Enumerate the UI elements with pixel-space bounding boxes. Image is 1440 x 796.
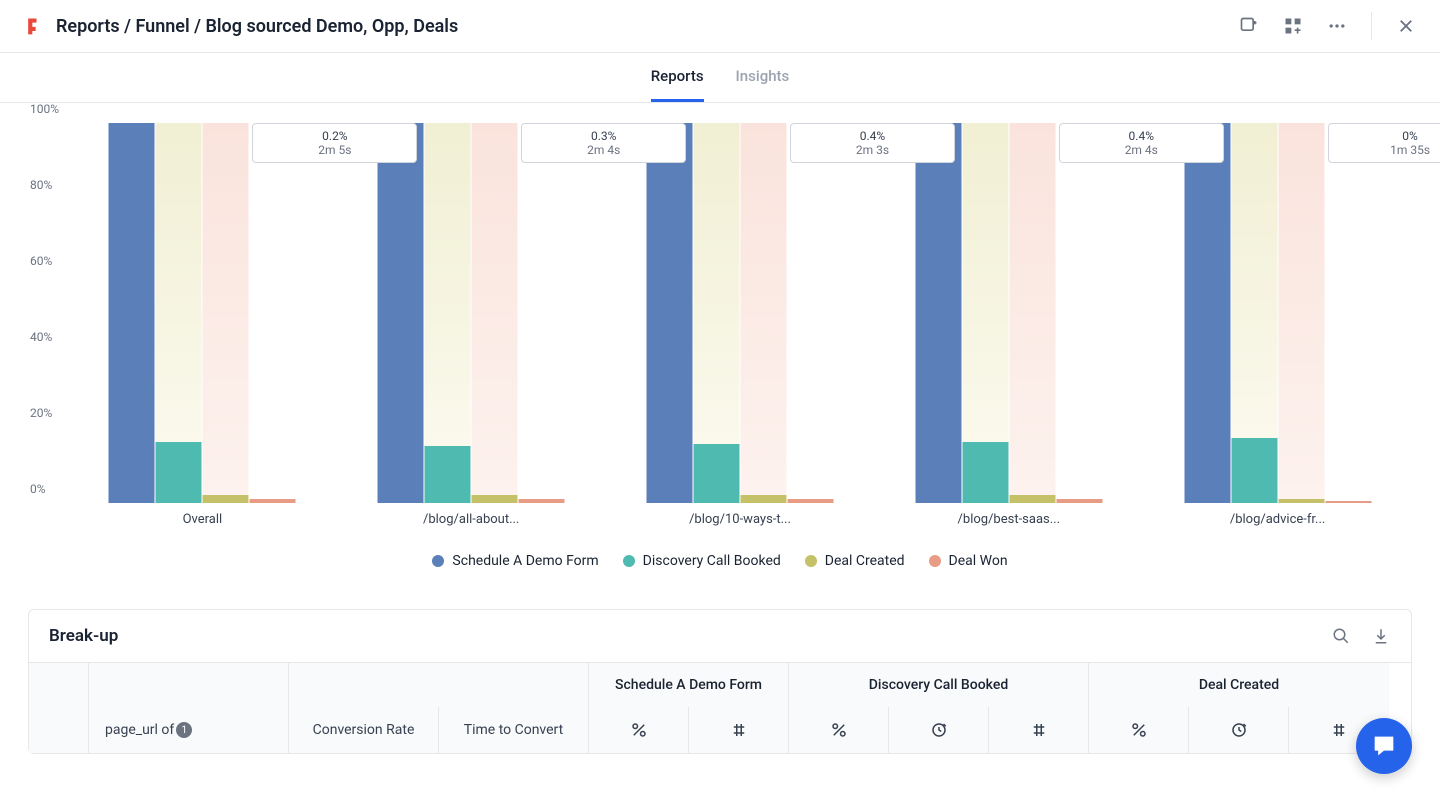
bar[interactable] [472, 123, 518, 503]
sub-pct-icon [589, 707, 689, 753]
ytick: 0% [30, 482, 46, 496]
sub-count-icon [989, 707, 1089, 753]
col-blank [29, 663, 89, 707]
legend-swatch [623, 555, 635, 567]
bar[interactable] [915, 123, 961, 503]
legend-item[interactable]: Deal Won [929, 553, 1008, 569]
chart-annotation: 0.4%2m 4s [1059, 123, 1224, 163]
xlabel: Overall [183, 512, 223, 527]
table-header-row: Schedule A Demo Form Discovery Call Book… [29, 663, 1411, 707]
chart-annotation: 0.3%2m 4s [521, 123, 686, 163]
bar[interactable] [646, 123, 692, 503]
sub-clock-icon [889, 707, 989, 753]
legend-item[interactable]: Deal Created [805, 553, 905, 569]
breakup-title: Break-up [49, 626, 1331, 646]
tab-reports[interactable]: Reports [651, 53, 704, 102]
bar[interactable] [109, 123, 155, 503]
breakup-panel: Break-up Schedule A Demo Form Discovery … [28, 609, 1412, 754]
dashboard-icon[interactable] [1283, 16, 1303, 36]
sub-clock-icon [1189, 707, 1289, 753]
legend-item[interactable]: Schedule A Demo Form [432, 553, 598, 569]
col-step-1: Discovery Call Booked [789, 663, 1089, 707]
legend-swatch [805, 555, 817, 567]
header: Reports / Funnel / Blog sourced Demo, Op… [0, 0, 1440, 53]
search-icon[interactable] [1331, 626, 1351, 646]
sub-pct-icon [1089, 707, 1189, 753]
legend-item[interactable]: Discovery Call Booked [623, 553, 781, 569]
chart-legend: Schedule A Demo Form Discovery Call Booke… [0, 533, 1440, 599]
bar[interactable] [1278, 123, 1324, 503]
ytick: 80% [30, 178, 52, 192]
add-panel-icon[interactable] [1239, 16, 1259, 36]
bar[interactable] [1184, 123, 1230, 503]
bar[interactable] [1009, 123, 1055, 503]
chart-group: 0.4%2m 3s/blog/10-ways-t... [615, 123, 865, 523]
ytick: 100% [30, 102, 59, 116]
pageurl-label: page_url of [105, 722, 174, 738]
bar[interactable] [787, 123, 833, 503]
bar[interactable] [1325, 123, 1371, 503]
sub-pageurl: page_url of 1 [89, 707, 289, 753]
xlabel: /blog/best-saas... [958, 512, 1061, 527]
ytick: 40% [30, 330, 52, 344]
pageurl-badge: 1 [176, 722, 192, 738]
tabs: Reports Insights [0, 53, 1440, 103]
chart-group: 0.4%2m 4s/blog/best-saas... [884, 123, 1134, 523]
legend-swatch [929, 555, 941, 567]
app-logo-icon [24, 16, 44, 36]
chart-group: 0.2%2m 5sOverall [77, 123, 327, 523]
header-actions [1239, 12, 1416, 40]
chart-annotation: 0.2%2m 5s [252, 123, 417, 163]
xlabel: /blog/10-ways-t... [689, 512, 791, 527]
sub-time-conv: Time to Convert [439, 707, 589, 753]
bar[interactable] [378, 123, 424, 503]
divider [1371, 12, 1372, 40]
ytick: 20% [30, 406, 52, 420]
bar[interactable] [693, 123, 739, 503]
bar[interactable] [962, 123, 1008, 503]
legend-label: Schedule A Demo Form [452, 553, 598, 569]
bar[interactable] [425, 123, 471, 503]
download-icon[interactable] [1371, 626, 1391, 646]
col-step-0: Schedule A Demo Form [589, 663, 789, 707]
xlabel: /blog/advice-fr... [1230, 512, 1325, 527]
bar[interactable] [519, 123, 565, 503]
tab-insights[interactable]: Insights [736, 53, 790, 102]
table-subheader-row: page_url of 1 Conversion Rate Time to Co… [29, 707, 1411, 753]
legend-swatch [432, 555, 444, 567]
bar[interactable] [1231, 123, 1277, 503]
col-pageurl [89, 663, 289, 707]
sub-conv-rate: Conversion Rate [289, 707, 439, 753]
funnel-chart: 0%20%40%60%80%100%0.2%2m 5sOverall0.3%2m… [0, 103, 1440, 533]
sub-pct-icon [789, 707, 889, 753]
more-icon[interactable] [1327, 16, 1347, 36]
bar[interactable] [740, 123, 786, 503]
legend-label: Discovery Call Booked [643, 553, 781, 569]
chart-group: 0%1m 35s/blog/advice-fr... [1153, 123, 1403, 523]
chart-annotation: 0%1m 35s [1328, 123, 1440, 163]
close-icon[interactable] [1396, 16, 1416, 36]
bar[interactable] [1056, 123, 1102, 503]
sub-count-icon [689, 707, 789, 753]
bar[interactable] [250, 123, 296, 503]
chart-annotation: 0.4%2m 3s [790, 123, 955, 163]
bar[interactable] [203, 123, 249, 503]
chat-fab[interactable] [1356, 718, 1412, 774]
col-step-2: Deal Created [1089, 663, 1389, 707]
chart-group: 0.3%2m 4s/blog/all-about... [346, 123, 596, 523]
breadcrumb: Reports / Funnel / Blog sourced Demo, Op… [56, 16, 1239, 37]
sub-blank [29, 707, 89, 753]
bar[interactable] [156, 123, 202, 503]
breakup-header: Break-up [29, 610, 1411, 663]
xlabel: /blog/all-about... [423, 512, 519, 527]
col-metrics [289, 663, 589, 707]
legend-label: Deal Won [949, 553, 1008, 569]
legend-label: Deal Created [825, 553, 905, 569]
ytick: 60% [30, 254, 52, 268]
